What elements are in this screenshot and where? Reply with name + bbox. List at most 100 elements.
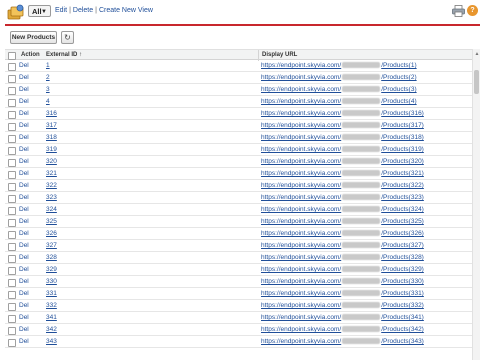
external-id-link[interactable]: 323 [46,193,57,203]
delete-row-link[interactable]: Del [19,205,29,215]
external-id-link[interactable]: 4 [46,97,50,107]
help-icon[interactable]: ? [467,5,478,16]
display-url-link[interactable]: https://endpoint.skyvia.com/ /Products(31… [261,145,424,155]
external-id-link[interactable]: 318 [46,133,57,143]
external-id-link[interactable]: 316 [46,109,57,119]
row-checkbox[interactable] [8,147,16,155]
delete-row-link[interactable]: Del [19,145,29,155]
row-checkbox[interactable] [8,255,16,263]
display-url-link[interactable]: https://endpoint.skyvia.com/ /Products(2) [261,73,417,83]
edit-view-link[interactable]: Edit [55,7,67,14]
delete-row-link[interactable]: Del [19,109,29,119]
delete-row-link[interactable]: Del [19,193,29,203]
row-checkbox[interactable] [8,207,16,215]
row-checkbox[interactable] [8,75,16,83]
delete-row-link[interactable]: Del [19,85,29,95]
display-url-link[interactable]: https://endpoint.skyvia.com/ /Products(32… [261,217,424,227]
external-id-link[interactable]: 327 [46,241,57,251]
display-url-link[interactable]: https://endpoint.skyvia.com/ /Products(3) [261,85,417,95]
external-id-link[interactable]: 317 [46,121,57,131]
display-url-link[interactable]: https://endpoint.skyvia.com/ /Products(32… [261,229,424,239]
display-url-link[interactable]: https://endpoint.skyvia.com/ /Products(34… [261,325,424,335]
row-checkbox[interactable] [8,279,16,287]
external-id-link[interactable]: 330 [46,277,57,287]
row-checkbox[interactable] [8,267,16,275]
external-id-link[interactable]: 3 [46,85,50,95]
delete-row-link[interactable]: Del [19,157,29,167]
delete-row-link[interactable]: Del [19,61,29,71]
delete-row-link[interactable]: Del [19,325,29,335]
row-checkbox[interactable] [8,303,16,311]
display-url-link[interactable]: https://endpoint.skyvia.com/ /Products(32… [261,241,424,251]
delete-row-link[interactable]: Del [19,301,29,311]
external-id-link[interactable]: 322 [46,181,57,191]
external-id-link[interactable]: 1 [46,61,50,71]
display-url-link[interactable]: https://endpoint.skyvia.com/ /Products(31… [261,133,424,143]
row-checkbox[interactable] [8,339,16,347]
create-new-view-link[interactable]: Create New View [99,7,153,14]
delete-row-link[interactable]: Del [19,73,29,83]
external-id-link[interactable]: 328 [46,253,57,263]
display-url-link[interactable]: https://endpoint.skyvia.com/ /Products(32… [261,169,424,179]
delete-row-link[interactable]: Del [19,217,29,227]
refresh-button[interactable]: ↻ [61,31,74,44]
row-checkbox[interactable] [8,171,16,179]
display-url-link[interactable]: https://endpoint.skyvia.com/ /Products(32… [261,253,424,263]
display-url-link[interactable]: https://endpoint.skyvia.com/ /Products(1) [261,61,417,71]
display-url-link[interactable]: https://endpoint.skyvia.com/ /Products(32… [261,205,424,215]
display-url-link[interactable]: https://endpoint.skyvia.com/ /Products(32… [261,265,424,275]
scroll-thumb[interactable] [474,70,479,94]
external-id-link[interactable]: 321 [46,169,57,179]
delete-row-link[interactable]: Del [19,289,29,299]
delete-row-link[interactable]: Del [19,169,29,179]
display-url-link[interactable]: https://endpoint.skyvia.com/ /Products(33… [261,277,424,287]
row-checkbox[interactable] [8,327,16,335]
external-id-link[interactable]: 320 [46,157,57,167]
display-url-link[interactable]: https://endpoint.skyvia.com/ /Products(33… [261,289,424,299]
delete-row-link[interactable]: Del [19,265,29,275]
row-checkbox[interactable] [8,87,16,95]
delete-row-link[interactable]: Del [19,241,29,251]
delete-row-link[interactable]: Del [19,97,29,107]
row-checkbox[interactable] [8,135,16,143]
row-checkbox[interactable] [8,195,16,203]
external-id-link[interactable]: 329 [46,265,57,275]
external-id-link[interactable]: 342 [46,325,57,335]
row-checkbox[interactable] [8,123,16,131]
display-url-link[interactable]: https://endpoint.skyvia.com/ /Products(32… [261,157,424,167]
delete-row-link[interactable]: Del [19,253,29,263]
delete-row-link[interactable]: Del [19,337,29,347]
row-checkbox[interactable] [8,159,16,167]
row-checkbox[interactable] [8,111,16,119]
row-checkbox[interactable] [8,243,16,251]
row-checkbox[interactable] [8,315,16,323]
external-id-link[interactable]: 325 [46,217,57,227]
delete-row-link[interactable]: Del [19,133,29,143]
external-id-link[interactable]: 331 [46,289,57,299]
scroll-up-arrow-icon[interactable]: ▲ [474,51,480,57]
delete-row-link[interactable]: Del [19,313,29,323]
new-products-button[interactable]: New Products [10,31,57,44]
delete-row-link[interactable]: Del [19,277,29,287]
external-id-link[interactable]: 341 [46,313,57,323]
display-url-link[interactable]: https://endpoint.skyvia.com/ /Products(31… [261,109,424,119]
printer-icon[interactable] [452,5,465,17]
display-url-link[interactable]: https://endpoint.skyvia.com/ /Products(34… [261,313,424,323]
display-url-link[interactable]: https://endpoint.skyvia.com/ /Products(33… [261,301,424,311]
delete-row-link[interactable]: Del [19,229,29,239]
display-url-link[interactable]: https://endpoint.skyvia.com/ /Products(32… [261,181,424,191]
delete-row-link[interactable]: Del [19,181,29,191]
external-id-link[interactable]: 319 [46,145,57,155]
external-id-link[interactable]: 324 [46,205,57,215]
delete-row-link[interactable]: Del [19,121,29,131]
row-checkbox[interactable] [8,219,16,227]
row-checkbox[interactable] [8,183,16,191]
external-id-link[interactable]: 332 [46,301,57,311]
row-checkbox[interactable] [8,231,16,239]
delete-view-link[interactable]: Delete [73,7,93,14]
select-all-checkbox[interactable] [8,52,16,60]
display-url-link[interactable]: https://endpoint.skyvia.com/ /Products(32… [261,193,424,203]
external-id-link[interactable]: 343 [46,337,57,347]
display-url-link[interactable]: https://endpoint.skyvia.com/ /Products(31… [261,121,424,131]
external-id-link[interactable]: 2 [46,73,50,83]
